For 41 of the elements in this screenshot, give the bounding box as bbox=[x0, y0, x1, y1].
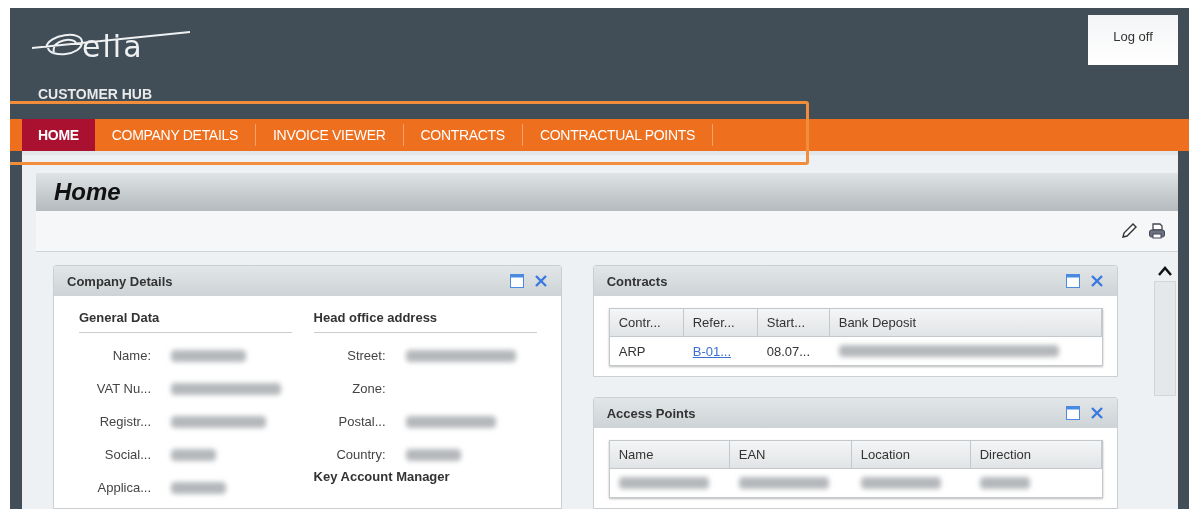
nav-tab[interactable]: HOME bbox=[22, 119, 95, 151]
close-icon[interactable] bbox=[1088, 273, 1105, 289]
window-icon[interactable] bbox=[508, 273, 525, 289]
column-header[interactable]: Contr... bbox=[609, 309, 684, 337]
field-label: Street: bbox=[346, 348, 386, 363]
table-cell: 08.07... bbox=[766, 343, 811, 359]
pencil-icon[interactable] bbox=[1120, 222, 1138, 240]
page-title: Home bbox=[54, 178, 121, 206]
field-label: Social... bbox=[103, 447, 151, 462]
column-header[interactable]: Name bbox=[609, 441, 730, 469]
column-header[interactable]: Refer... bbox=[683, 309, 758, 337]
section-heading: Key Account Manager bbox=[313, 469, 451, 484]
field-label: VAT Nu... bbox=[95, 381, 151, 396]
logoff-button[interactable]: Log off bbox=[1088, 15, 1178, 65]
column-header[interactable]: Start... bbox=[757, 309, 830, 337]
panel-title: Company Details bbox=[67, 273, 174, 289]
table-cell: ARP bbox=[618, 343, 646, 359]
field-label: Country: bbox=[335, 447, 386, 462]
print-icon[interactable] bbox=[1148, 222, 1166, 240]
column-header[interactable]: EAN bbox=[729, 441, 852, 469]
scrollbar-thumb[interactable] bbox=[1154, 281, 1177, 396]
field-label: Name: bbox=[111, 348, 151, 363]
field-label: Registr... bbox=[98, 414, 151, 429]
panel-title: Access Points bbox=[606, 405, 697, 421]
scroll-up-icon[interactable] bbox=[1157, 265, 1174, 277]
column-header[interactable]: Direction bbox=[970, 441, 1102, 469]
close-icon[interactable] bbox=[532, 273, 549, 289]
app-subtitle: CUSTOMER HUB bbox=[38, 86, 153, 102]
field-label: Zone: bbox=[351, 381, 386, 396]
column-header[interactable]: Bank Deposit bbox=[829, 309, 1102, 337]
close-icon[interactable] bbox=[1088, 405, 1105, 421]
column-header[interactable]: Location bbox=[851, 441, 971, 469]
field-label: Applica... bbox=[96, 480, 151, 495]
reference-link[interactable]: B-01... bbox=[692, 343, 731, 359]
field-label: Postal... bbox=[337, 414, 386, 429]
section-heading: General Data bbox=[79, 304, 292, 333]
panel-title: Contracts bbox=[606, 273, 669, 289]
window-icon[interactable] bbox=[1064, 405, 1081, 421]
logo-text: elia bbox=[82, 28, 144, 64]
window-icon[interactable] bbox=[1064, 273, 1081, 289]
section-heading: Head office address bbox=[313, 304, 537, 333]
